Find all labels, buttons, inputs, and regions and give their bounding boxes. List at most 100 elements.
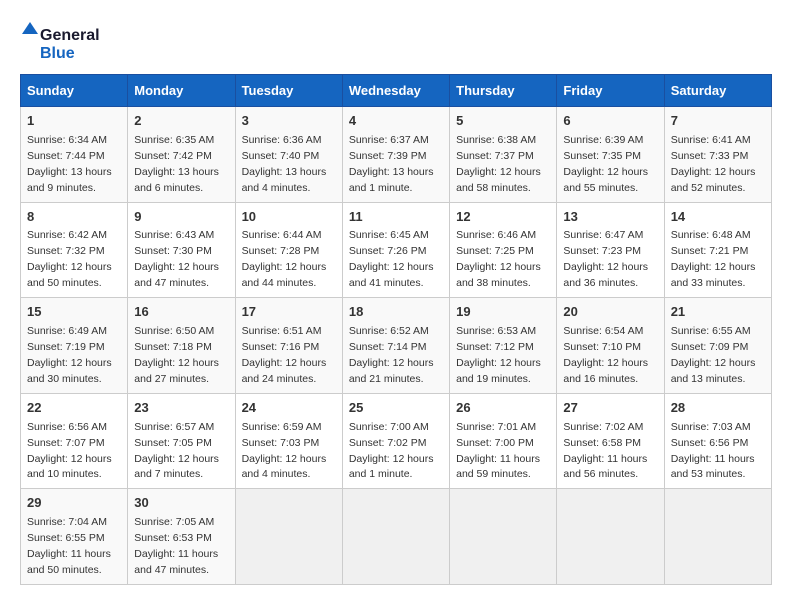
calendar-day-9: 9Sunrise: 6:43 AMSunset: 7:30 PMDaylight… [128,202,235,298]
svg-text:Blue: Blue [40,45,75,62]
calendar-table: SundayMondayTuesdayWednesdayThursdayFrid… [20,74,772,585]
calendar-week-2: 8 Sunrise: 6:42 AMSunset: 7:32 PMDaylight… [21,202,772,298]
day-info: Sunrise: 6:53 AMSunset: 7:12 PMDaylight:… [456,325,541,385]
logo-svg: General Blue [20,20,100,64]
calendar-day-30: 30 Sunrise: 7:05 AMSunset: 6:53 PMDayligh… [128,489,235,585]
empty-cell [450,489,557,585]
day-number: 14 [671,208,765,227]
day-info: Sunrise: 6:41 AMSunset: 7:33 PMDaylight:… [671,134,756,194]
calendar-day-6: 6Sunrise: 6:39 AMSunset: 7:35 PMDaylight… [557,107,664,203]
day-info: Sunrise: 6:48 AMSunset: 7:21 PMDaylight:… [671,229,756,289]
day-info: Sunrise: 6:56 AMSunset: 7:07 PMDaylight:… [27,421,112,481]
day-info: Sunrise: 6:42 AMSunset: 7:32 PMDaylight:… [27,229,112,289]
day-info: Sunrise: 6:44 AMSunset: 7:28 PMDaylight:… [242,229,327,289]
day-info: Sunrise: 7:03 AMSunset: 6:56 PMDaylight:… [671,421,755,481]
day-info: Sunrise: 7:02 AMSunset: 6:58 PMDaylight:… [563,421,647,481]
day-info: Sunrise: 7:04 AMSunset: 6:55 PMDaylight:… [27,516,111,576]
logo: General Blue [20,20,100,64]
day-number: 28 [671,399,765,418]
day-number: 21 [671,303,765,322]
weekday-header-thursday: Thursday [450,75,557,107]
day-number: 26 [456,399,550,418]
calendar-day-4: 4 Sunrise: 6:37 AMSunset: 7:39 PMDaylight… [342,107,449,203]
calendar-day-12: 12 Sunrise: 6:46 AMSunset: 7:25 PMDayligh… [450,202,557,298]
day-info: Sunrise: 6:59 AMSunset: 7:03 PMDaylight:… [242,421,327,481]
calendar-day-26: 26Sunrise: 7:01 AMSunset: 7:00 PMDayligh… [450,393,557,489]
calendar-day-3: 3 Sunrise: 6:36 AMSunset: 7:40 PMDaylight… [235,107,342,203]
day-info: Sunrise: 6:50 AMSunset: 7:18 PMDaylight:… [134,325,219,385]
day-number: 15 [27,303,121,322]
day-info: Sunrise: 6:49 AMSunset: 7:19 PMDaylight:… [27,325,112,385]
day-info: Sunrise: 7:05 AMSunset: 6:53 PMDaylight:… [134,516,218,576]
day-info: Sunrise: 6:37 AMSunset: 7:39 PMDaylight:… [349,134,434,194]
weekday-header-sunday: Sunday [21,75,128,107]
calendar-day-7: 7 Sunrise: 6:41 AMSunset: 7:33 PMDaylight… [664,107,771,203]
day-number: 8 [27,208,121,227]
day-info: Sunrise: 6:55 AMSunset: 7:09 PMDaylight:… [671,325,756,385]
calendar-day-13: 13Sunrise: 6:47 AMSunset: 7:23 PMDayligh… [557,202,664,298]
day-number: 27 [563,399,657,418]
day-number: 23 [134,399,228,418]
day-info: Sunrise: 6:46 AMSunset: 7:25 PMDaylight:… [456,229,541,289]
day-info: Sunrise: 6:38 AMSunset: 7:37 PMDaylight:… [456,134,541,194]
day-number: 9 [134,208,228,227]
calendar-day-5: 5 Sunrise: 6:38 AMSunset: 7:37 PMDaylight… [450,107,557,203]
day-number: 18 [349,303,443,322]
calendar-day-15: 15 Sunrise: 6:49 AMSunset: 7:19 PMDayligh… [21,298,128,394]
day-number: 3 [242,112,336,131]
empty-cell [557,489,664,585]
day-info: Sunrise: 6:36 AMSunset: 7:40 PMDaylight:… [242,134,327,194]
calendar-day-22: 22 Sunrise: 6:56 AMSunset: 7:07 PMDayligh… [21,393,128,489]
calendar-day-10: 10 Sunrise: 6:44 AMSunset: 7:28 PMDayligh… [235,202,342,298]
day-info: Sunrise: 6:52 AMSunset: 7:14 PMDaylight:… [349,325,434,385]
day-info: Sunrise: 6:47 AMSunset: 7:23 PMDaylight:… [563,229,648,289]
day-number: 7 [671,112,765,131]
day-number: 2 [134,112,228,131]
empty-cell [342,489,449,585]
calendar-day-24: 24 Sunrise: 6:59 AMSunset: 7:03 PMDayligh… [235,393,342,489]
day-info: Sunrise: 6:39 AMSunset: 7:35 PMDaylight:… [563,134,648,194]
calendar-day-27: 27 Sunrise: 7:02 AMSunset: 6:58 PMDayligh… [557,393,664,489]
day-info: Sunrise: 6:34 AMSunset: 7:44 PMDaylight:… [27,134,112,194]
calendar-day-18: 18 Sunrise: 6:52 AMSunset: 7:14 PMDayligh… [342,298,449,394]
day-number: 20 [563,303,657,322]
calendar-day-29: 29 Sunrise: 7:04 AMSunset: 6:55 PMDayligh… [21,489,128,585]
calendar-day-17: 17Sunrise: 6:51 AMSunset: 7:16 PMDayligh… [235,298,342,394]
day-number: 24 [242,399,336,418]
calendar-day-25: 25Sunrise: 7:00 AMSunset: 7:02 PMDayligh… [342,393,449,489]
weekday-header-tuesday: Tuesday [235,75,342,107]
empty-cell [235,489,342,585]
calendar-week-3: 15 Sunrise: 6:49 AMSunset: 7:19 PMDayligh… [21,298,772,394]
empty-cell [664,489,771,585]
day-number: 12 [456,208,550,227]
calendar-day-19: 19 Sunrise: 6:53 AMSunset: 7:12 PMDayligh… [450,298,557,394]
calendar-day-2: 2Sunrise: 6:35 AMSunset: 7:42 PMDaylight… [128,107,235,203]
calendar-week-1: 1 Sunrise: 6:34 AMSunset: 7:44 PMDaylight… [21,107,772,203]
calendar-day-16: 16 Sunrise: 6:50 AMSunset: 7:18 PMDayligh… [128,298,235,394]
calendar-week-5: 29 Sunrise: 7:04 AMSunset: 6:55 PMDayligh… [21,489,772,585]
calendar-day-14: 14 Sunrise: 6:48 AMSunset: 7:21 PMDayligh… [664,202,771,298]
day-number: 19 [456,303,550,322]
calendar-day-8: 8 Sunrise: 6:42 AMSunset: 7:32 PMDaylight… [21,202,128,298]
svg-text:General: General [40,27,100,44]
day-number: 29 [27,494,121,513]
day-number: 16 [134,303,228,322]
day-number: 10 [242,208,336,227]
day-info: Sunrise: 6:45 AMSunset: 7:26 PMDaylight:… [349,229,434,289]
day-info: Sunrise: 6:57 AMSunset: 7:05 PMDaylight:… [134,421,219,481]
calendar-week-4: 22 Sunrise: 6:56 AMSunset: 7:07 PMDayligh… [21,393,772,489]
calendar-day-11: 11 Sunrise: 6:45 AMSunset: 7:26 PMDayligh… [342,202,449,298]
page-header: General Blue [20,20,772,64]
day-info: Sunrise: 6:51 AMSunset: 7:16 PMDaylight:… [242,325,327,385]
calendar-day-28: 28 Sunrise: 7:03 AMSunset: 6:56 PMDayligh… [664,393,771,489]
day-number: 4 [349,112,443,131]
calendar-day-21: 21 Sunrise: 6:55 AMSunset: 7:09 PMDayligh… [664,298,771,394]
day-number: 1 [27,112,121,131]
day-number: 30 [134,494,228,513]
day-number: 22 [27,399,121,418]
weekday-header-wednesday: Wednesday [342,75,449,107]
day-number: 11 [349,208,443,227]
day-number: 5 [456,112,550,131]
calendar-day-20: 20Sunrise: 6:54 AMSunset: 7:10 PMDayligh… [557,298,664,394]
calendar-day-1: 1 Sunrise: 6:34 AMSunset: 7:44 PMDaylight… [21,107,128,203]
